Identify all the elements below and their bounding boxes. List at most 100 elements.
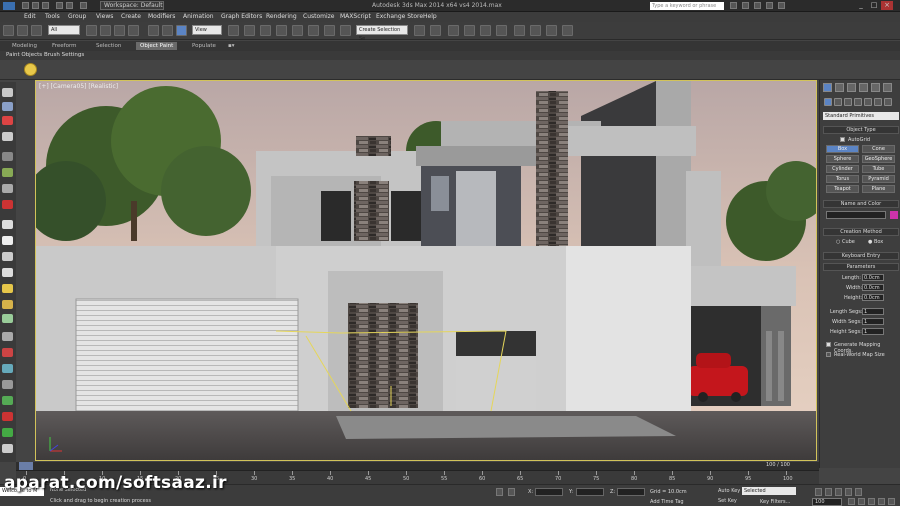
utilities-tab-icon[interactable] bbox=[883, 83, 892, 92]
previous-frame-icon[interactable] bbox=[825, 488, 832, 496]
teapot-button[interactable]: Teapot bbox=[826, 185, 859, 193]
menu-customize[interactable]: Customize bbox=[303, 13, 335, 20]
height-segs-spinner[interactable]: 1 bbox=[862, 328, 884, 335]
zoom-all-icon[interactable] bbox=[858, 498, 865, 505]
select-by-name-icon[interactable] bbox=[100, 25, 111, 36]
angle-snap-icon[interactable] bbox=[292, 25, 303, 36]
align-icon[interactable] bbox=[430, 25, 441, 36]
tool-icon-2[interactable] bbox=[2, 102, 13, 111]
communication-icon[interactable] bbox=[754, 2, 761, 9]
parameters-rollout[interactable]: Parameters bbox=[823, 263, 899, 271]
rectangular-selection-icon[interactable] bbox=[114, 25, 125, 36]
minimize-button[interactable]: _ bbox=[855, 1, 867, 10]
key-selection-dropdown[interactable]: Selected bbox=[742, 487, 796, 495]
undo-icon[interactable] bbox=[56, 2, 63, 9]
torus-button[interactable]: Torus bbox=[826, 175, 859, 183]
hierarchy-tab-icon[interactable] bbox=[847, 83, 856, 92]
autogrid-checkbox[interactable] bbox=[840, 137, 845, 142]
current-frame-field[interactable]: 100 bbox=[812, 498, 842, 506]
zoom-icon[interactable] bbox=[848, 498, 855, 505]
geosphere-button[interactable]: GeoSphere bbox=[862, 155, 895, 163]
keyboard-entry-rollout[interactable]: Keyboard Entry bbox=[823, 252, 899, 260]
plane-button[interactable]: Plane bbox=[862, 185, 895, 193]
camera-viewport[interactable]: [+] [Camera05] [Realistic] bbox=[35, 80, 817, 461]
maximize-button[interactable]: □ bbox=[868, 1, 880, 10]
tool-icon-18[interactable] bbox=[2, 364, 13, 373]
open-file-icon[interactable] bbox=[32, 2, 39, 9]
search-input[interactable]: Type a keyword or phrase bbox=[650, 2, 724, 10]
cone-button[interactable]: Cone bbox=[862, 145, 895, 153]
y-coordinate-field[interactable] bbox=[576, 488, 604, 496]
project-folder-icon[interactable] bbox=[80, 2, 87, 9]
new-file-icon[interactable] bbox=[22, 2, 29, 9]
curve-editor-icon[interactable] bbox=[480, 25, 491, 36]
tab-populate[interactable]: Populate bbox=[188, 42, 220, 50]
tab-modeling[interactable]: Modeling bbox=[8, 42, 41, 50]
tool-icon-1[interactable] bbox=[2, 88, 13, 97]
box-button[interactable]: Box bbox=[826, 145, 859, 153]
time-slider[interactable]: 100 / 100 bbox=[16, 462, 819, 470]
go-to-end-icon[interactable] bbox=[855, 488, 862, 496]
orbit-icon[interactable] bbox=[888, 498, 895, 505]
z-coordinate-field[interactable] bbox=[617, 488, 645, 496]
cameras-icon[interactable] bbox=[854, 98, 862, 106]
tool-icon-19[interactable] bbox=[2, 380, 13, 389]
favorites-icon[interactable] bbox=[766, 2, 773, 9]
cube-radio[interactable]: ○ Cube bbox=[836, 239, 855, 245]
workspace-dropdown[interactable]: Workspace: Default bbox=[100, 1, 164, 10]
length-spinner[interactable]: 0.0cm bbox=[862, 274, 884, 281]
unlink-icon[interactable] bbox=[17, 25, 28, 36]
menu-exchange-store[interactable]: Exchange Store bbox=[376, 13, 423, 20]
tool-icon-7[interactable] bbox=[2, 184, 13, 193]
tool-icon-3[interactable] bbox=[2, 116, 13, 125]
tool-icon-12[interactable] bbox=[2, 268, 13, 277]
subscription-icon[interactable] bbox=[742, 2, 749, 9]
viewport-label[interactable]: [+] [Camera05] [Realistic] bbox=[39, 83, 118, 90]
pivot-center-icon[interactable] bbox=[228, 25, 239, 36]
creation-method-rollout[interactable]: Creation Method bbox=[823, 228, 899, 236]
tube-button[interactable]: Tube bbox=[862, 165, 895, 173]
tool-icon-13[interactable] bbox=[2, 284, 13, 293]
render-production-icon[interactable] bbox=[562, 25, 573, 36]
snaps-toggle-icon[interactable] bbox=[276, 25, 287, 36]
field-of-view-icon[interactable] bbox=[868, 498, 875, 505]
menu-rendering[interactable]: Rendering bbox=[266, 13, 297, 20]
select-object-icon[interactable] bbox=[86, 25, 97, 36]
menu-graph-editors[interactable]: Graph Editors bbox=[221, 13, 262, 20]
named-selection-dropdown[interactable]: Create Selection Se bbox=[356, 25, 408, 42]
menu-edit[interactable]: Edit bbox=[24, 13, 36, 20]
keyboard-shortcut-icon[interactable] bbox=[260, 25, 271, 36]
tool-icon-16[interactable] bbox=[2, 332, 13, 341]
real-world-checkbox[interactable] bbox=[826, 352, 831, 357]
tab-object-paint[interactable]: Object Paint bbox=[136, 42, 178, 50]
cylinder-button[interactable]: Cylinder bbox=[826, 165, 859, 173]
tool-icon-14[interactable] bbox=[2, 300, 13, 309]
brush-settings-label[interactable]: Brush Settings bbox=[44, 52, 84, 58]
tool-icon-5[interactable] bbox=[2, 152, 13, 161]
spacewarps-icon[interactable] bbox=[874, 98, 882, 106]
tool-icon-8[interactable] bbox=[2, 200, 13, 209]
length-segs-spinner[interactable]: 1 bbox=[862, 308, 884, 315]
menu-group[interactable]: Group bbox=[68, 13, 86, 20]
bind-spacewarp-icon[interactable] bbox=[31, 25, 42, 36]
help-icon[interactable] bbox=[778, 2, 785, 9]
tool-icon-9[interactable] bbox=[2, 220, 13, 229]
selection-filter-dropdown[interactable]: All bbox=[48, 25, 80, 35]
menu-modifiers[interactable]: Modifiers bbox=[148, 13, 175, 20]
paint-objects-label[interactable]: Paint Objects bbox=[6, 52, 42, 58]
edit-named-selection-icon[interactable] bbox=[340, 25, 351, 36]
motion-tab-icon[interactable] bbox=[859, 83, 868, 92]
menu-views[interactable]: Views bbox=[96, 13, 113, 20]
name-and-color-rollout[interactable]: Name and Color bbox=[823, 200, 899, 208]
object-color-swatch[interactable] bbox=[890, 211, 898, 219]
scale-icon[interactable] bbox=[176, 25, 187, 36]
mirror-icon[interactable] bbox=[414, 25, 425, 36]
next-frame-icon[interactable] bbox=[845, 488, 852, 496]
select-manipulate-icon[interactable] bbox=[244, 25, 255, 36]
add-time-tag[interactable]: Add Time Tag bbox=[650, 499, 684, 505]
menu-maxscript[interactable]: MAXScript bbox=[340, 13, 371, 20]
percent-snap-icon[interactable] bbox=[308, 25, 319, 36]
tool-icon-6[interactable] bbox=[2, 168, 13, 177]
pyramid-button[interactable]: Pyramid bbox=[862, 175, 895, 183]
absolute-mode-icon[interactable] bbox=[508, 488, 515, 496]
